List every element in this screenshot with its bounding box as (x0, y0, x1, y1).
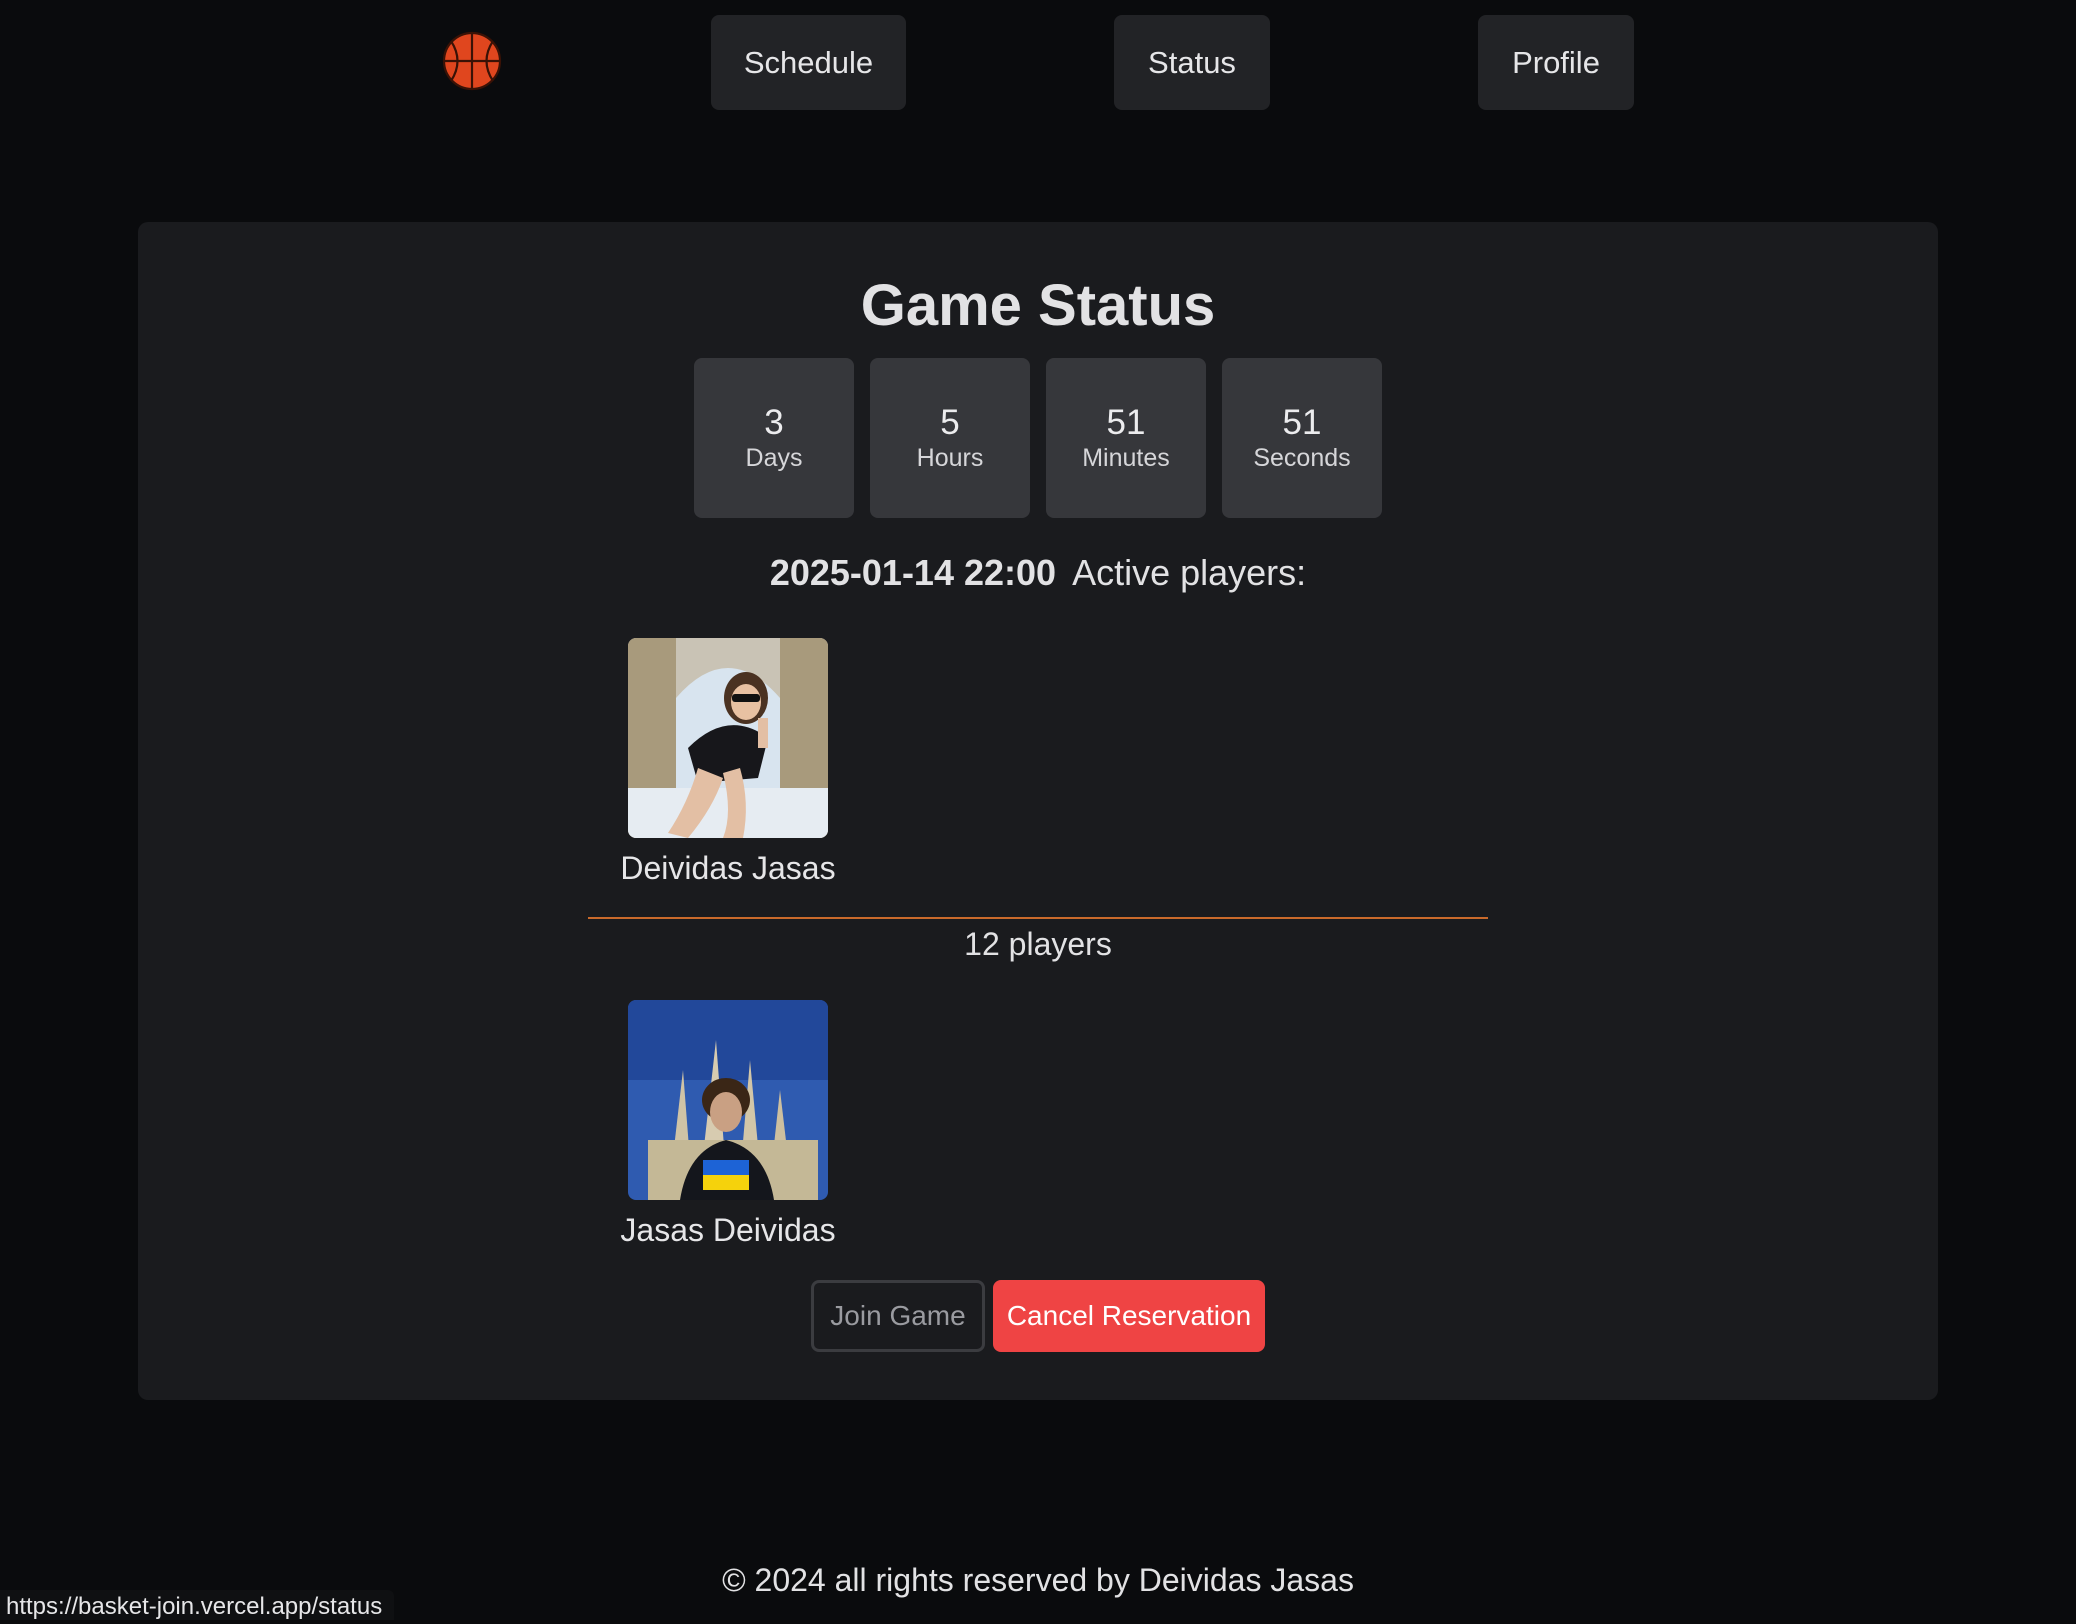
nav-schedule-button[interactable]: Schedule (711, 15, 906, 110)
countdown-days: 3 Days (694, 358, 854, 518)
avatar (628, 638, 828, 838)
game-actions: Join Game Cancel Reservation (811, 1280, 1265, 1352)
countdown: 3 Days 5 Hours 51 Minutes 51 Seconds (694, 358, 1382, 518)
countdown-hours-value: 5 (940, 403, 960, 442)
countdown-days-value: 3 (764, 403, 784, 442)
nav-schedule-label: Schedule (743, 44, 874, 80)
countdown-seconds: 51 Seconds (1222, 358, 1382, 518)
countdown-seconds-label: Seconds (1253, 444, 1351, 472)
game-date: 2025-01-14 22:00 (769, 552, 1057, 593)
game-date-line: 2025-01-14 22:00 Active players: (138, 552, 1938, 594)
countdown-minutes-value: 51 (1106, 403, 1146, 442)
capacity-divider (588, 917, 1488, 919)
basketball-icon[interactable] (442, 31, 502, 91)
nav-status-label: Status (1148, 44, 1236, 80)
cancel-reservation-button[interactable]: Cancel Reservation (993, 1280, 1265, 1352)
player-card[interactable]: Deividas Jasas (618, 638, 838, 887)
countdown-hours-label: Hours (916, 444, 984, 472)
nav-profile-button[interactable]: Profile (1478, 15, 1634, 110)
avatar (628, 1000, 828, 1200)
countdown-hours: 5 Hours (870, 358, 1030, 518)
game-status-card: Game Status 3 Days 5 Hours 51 Minutes 51… (138, 222, 1938, 1400)
nav-status-button[interactable]: Status (1114, 15, 1270, 110)
countdown-days-label: Days (745, 444, 803, 472)
status-bar-url: https://basket-join.vercel.app/status (0, 1590, 395, 1620)
join-game-button[interactable]: Join Game (811, 1280, 985, 1352)
nav-profile-label: Profile (1512, 44, 1600, 80)
player-name: Deividas Jasas (620, 850, 836, 886)
join-game-label: Join Game (830, 1300, 966, 1331)
countdown-seconds-value: 51 (1282, 403, 1322, 442)
top-nav: Schedule Status Profile (0, 0, 2076, 120)
countdown-minutes-label: Minutes (1082, 444, 1170, 472)
active-players-label: Active players: (1072, 552, 1307, 593)
player-card[interactable]: Jasas Deividas (618, 1000, 838, 1249)
countdown-minutes: 51 Minutes (1046, 358, 1206, 518)
page-title: Game Status (860, 273, 1216, 338)
cancel-reservation-label: Cancel Reservation (1006, 1300, 1252, 1331)
players-count: 12 players (964, 926, 1112, 962)
player-name: Jasas Deividas (620, 1212, 836, 1248)
